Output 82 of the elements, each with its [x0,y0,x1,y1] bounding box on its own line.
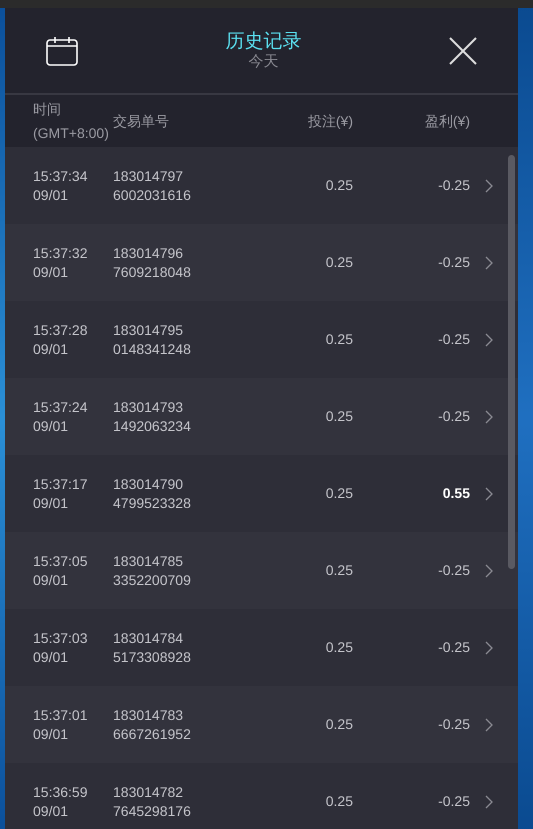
column-header: 盈利(¥) [424,112,470,131]
stake-amount: 0.25 [324,561,353,580]
date-text: 09/01 [33,648,70,666]
stake-amount: 0.25 [324,330,353,349]
profit-amount: -0.25 [437,561,470,580]
time-text: 15:37:28 [33,320,88,340]
history-row[interactable]: 15:37:17 09/01 183014790 4799523328 0.25 0.55 [5,455,518,532]
order-number: 3352200709 [113,570,192,590]
column-header: (GMT+8:00) [33,124,110,143]
order-number: 5173308928 [113,648,192,666]
panel-subtitle: 今天 [248,52,278,70]
order-number: 183014785 [113,552,184,570]
date-text: 09/01 [33,570,70,590]
chevron-right-icon [485,256,493,270]
order-number: 183014795 [113,320,184,340]
chevron-right-icon [485,178,493,192]
order-number: 183014790 [113,474,184,494]
order-number: 183014793 [113,398,184,416]
column-header: 交易单号 [113,112,170,130]
time-text: 15:37:01 [33,706,88,724]
stake-amount: 0.25 [324,792,353,811]
order-number: 183014783 [113,706,184,724]
profit-amount: -0.25 [437,176,470,195]
history-row[interactable]: 15:37:34 09/01 183014797 6002031616 0.25 -0.25 [5,147,518,224]
time-text: 15:37:24 [33,398,88,416]
date-text: 09/01 [33,494,70,512]
order-number: 6667261952 [113,724,192,744]
history-row[interactable]: 15:37:03 09/01 183014784 5173308928 0.25 -0.25 [5,609,518,686]
stake-amount: 0.25 [324,484,353,503]
time-text: 15:37:05 [33,552,88,570]
chevron-right-icon [485,794,493,808]
date-text: 09/01 [33,186,70,204]
history-row[interactable]: 15:36:59 09/01 183014782 7645298176 0.25 -0.25 [5,763,518,829]
order-number: 6002031616 [113,186,192,204]
history-row[interactable]: 15:37:28 09/01 183014795 0148341248 0.25 -0.25 [5,301,518,378]
date-text: 09/01 [33,724,70,744]
order-number: 183014797 [113,166,184,186]
chevron-right-icon [485,564,493,578]
chevron-right-icon [485,718,493,732]
date-text: 09/01 [33,416,70,436]
order-number: 0148341248 [113,340,192,358]
order-number: 1492063234 [113,416,192,436]
close-icon[interactable] [448,36,478,66]
history-row[interactable]: 15:37:24 09/01 183014793 1492063234 0.25 -0.25 [5,378,518,455]
stake-amount: 0.25 [324,176,353,195]
order-number: 183014796 [113,244,184,262]
profit-amount: -0.25 [437,330,470,349]
date-text: 09/01 [33,262,70,282]
stake-amount: 0.25 [324,715,353,734]
column-header: 投注(¥) [306,112,353,131]
chevron-right-icon [485,410,493,424]
date-text: 09/01 [33,340,70,358]
chevron-right-icon [485,486,493,500]
stake-amount: 0.25 [324,253,353,272]
history-row[interactable]: 15:37:32 09/01 183014796 7609218048 0.25 -0.25 [5,224,518,301]
chevron-right-icon [485,332,493,346]
scrollbar-thumb[interactable] [508,155,515,569]
order-number: 183014782 [113,782,184,802]
profit-amount: -0.25 [437,715,470,734]
time-text: 15:37:03 [33,628,88,648]
date-text: 09/01 [33,802,70,820]
time-text: 15:37:17 [33,474,88,494]
time-text: 15:37:34 [33,166,88,186]
calendar-icon[interactable] [45,34,79,66]
history-row[interactable]: 15:37:01 09/01 183014783 6667261952 0.25 -0.25 [5,686,518,763]
stake-amount: 0.25 [324,407,353,426]
profit-amount: -0.25 [437,407,470,426]
profit-amount: -0.25 [437,638,470,657]
time-text: 15:36:59 [33,782,88,802]
order-number: 183014784 [113,628,184,648]
history-row[interactable]: 15:37:05 09/01 183014785 3352200709 0.25 -0.25 [5,532,518,609]
order-number: 7645298176 [113,802,192,820]
column-header: 时间 [33,100,62,119]
profit-amount: -0.25 [437,792,470,811]
panel-title: 历史记录 [226,30,302,52]
chevron-right-icon [485,640,493,654]
profit-amount: 0.55 [442,484,470,503]
profit-amount: -0.25 [437,253,470,272]
time-text: 15:37:32 [33,244,88,262]
order-number: 7609218048 [113,262,192,282]
order-number: 4799523328 [113,494,192,512]
stake-amount: 0.25 [324,638,353,657]
